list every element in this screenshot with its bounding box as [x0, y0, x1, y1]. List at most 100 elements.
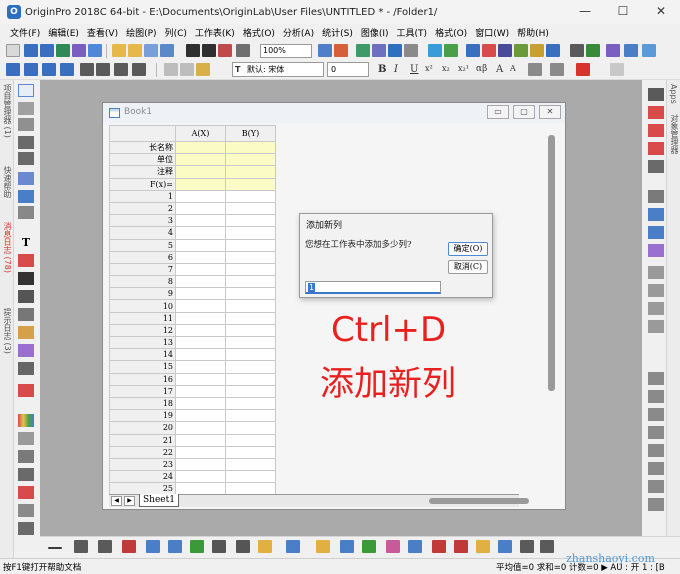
menu-edit[interactable]: 编辑(E) [44, 26, 83, 39]
copy-icon[interactable] [180, 63, 194, 76]
cell[interactable] [175, 238, 226, 252]
multi-panel-icon[interactable] [498, 540, 512, 553]
row-number[interactable]: 19 [109, 409, 176, 423]
row-label-long-name[interactable]: 长名称 [109, 140, 176, 155]
open-template-icon[interactable] [128, 44, 142, 57]
save-template-icon[interactable] [202, 44, 216, 57]
box-plot-icon[interactable] [258, 540, 272, 553]
contour-plot-icon[interactable] [286, 540, 300, 553]
cell[interactable] [225, 238, 276, 252]
menu-format-2[interactable]: 格式(O) [431, 26, 471, 39]
line-tool-icon[interactable] [18, 290, 34, 303]
align-center-icon[interactable] [550, 63, 564, 76]
waterfall-icon[interactable] [540, 540, 554, 553]
cell[interactable] [175, 421, 226, 435]
legend-icon[interactable] [648, 190, 664, 203]
insert-table-icon[interactable] [18, 384, 34, 397]
new-excel-icon[interactable] [40, 44, 54, 57]
fill-color-icon[interactable] [610, 63, 624, 76]
cell[interactable] [175, 311, 226, 325]
row-number[interactable]: 15 [109, 360, 176, 374]
new-function-icon[interactable] [88, 44, 102, 57]
surface-plot-icon[interactable] [316, 540, 330, 553]
row-number[interactable]: 7 [109, 262, 176, 277]
cell[interactable] [225, 165, 276, 179]
cell[interactable] [225, 250, 276, 264]
row-number[interactable]: 9 [109, 287, 176, 301]
cell[interactable] [175, 470, 226, 484]
save-project-icon[interactable] [186, 44, 200, 57]
row-number[interactable]: 21 [109, 433, 176, 447]
italic-button[interactable]: I [394, 64, 398, 75]
tab-messages-log[interactable]: 消息日志 (78) [2, 222, 13, 273]
row-number[interactable]: 13 [109, 335, 176, 350]
arrow-tool-icon[interactable] [18, 272, 34, 285]
row-label-units[interactable]: 单位 [109, 153, 176, 167]
row-label-comments[interactable]: 注释 [109, 165, 176, 179]
row-number[interactable]: 1 [109, 189, 176, 203]
tab-apps[interactable]: Apps [669, 84, 678, 104]
cell[interactable] [175, 140, 226, 155]
cell[interactable] [175, 299, 226, 313]
image-icon[interactable] [530, 44, 544, 57]
open-icon[interactable] [112, 44, 126, 57]
new-matrix-icon[interactable] [72, 44, 86, 57]
new-workbook-icon[interactable] [24, 44, 38, 57]
menu-worksheet[interactable]: 工作表(K) [191, 26, 239, 39]
merge-icon[interactable] [18, 504, 34, 517]
column-count-input[interactable]: 1 [305, 281, 441, 294]
graph-layer-icon[interactable] [648, 266, 664, 279]
cell[interactable] [175, 323, 226, 338]
cell[interactable] [225, 214, 276, 228]
area-plot-icon[interactable] [190, 540, 204, 553]
cell[interactable] [225, 335, 276, 350]
cell[interactable] [225, 275, 276, 289]
pointer-icon[interactable] [18, 84, 34, 97]
menu-help[interactable]: 帮助(H) [513, 26, 553, 39]
horizontal-scrollbar[interactable] [429, 498, 529, 504]
merge-graph-icon[interactable] [648, 302, 664, 315]
cell[interactable] [225, 433, 276, 447]
ternary-plot-icon[interactable] [236, 540, 250, 553]
row-number[interactable]: 2 [109, 201, 176, 216]
cell[interactable] [225, 189, 276, 203]
matrix-icon[interactable] [514, 44, 528, 57]
cell[interactable] [225, 287, 276, 301]
bold-button[interactable]: B [378, 64, 386, 75]
data-reader-icon[interactable] [18, 172, 34, 185]
zoom-icon[interactable] [18, 102, 34, 115]
menu-plot[interactable]: 绘图(P) [122, 26, 160, 39]
row-number[interactable]: 8 [109, 275, 176, 289]
align-left-object-icon[interactable] [648, 408, 664, 421]
notes-icon[interactable] [498, 44, 512, 57]
cell[interactable] [175, 457, 226, 472]
menu-view[interactable]: 查看(V) [83, 26, 122, 39]
superscript-button[interactable]: x² [425, 64, 433, 73]
menu-statistics[interactable]: 统计(S) [318, 26, 357, 39]
cancel-button[interactable]: 取消(C) [448, 260, 488, 274]
tab-quick-help[interactable]: 快速帮助 [2, 166, 13, 198]
command-window-icon[interactable] [388, 44, 402, 57]
row-number[interactable]: 10 [109, 299, 176, 313]
ungroup-icon[interactable] [648, 498, 664, 511]
maximize-button[interactable]: ☐ [604, 0, 642, 24]
3d-bar-icon[interactable] [340, 540, 354, 553]
cell[interactable] [175, 287, 226, 301]
app-gallery-icon[interactable] [642, 44, 656, 57]
results-log-icon[interactable] [372, 44, 386, 57]
cell[interactable] [175, 445, 226, 459]
new-graph-icon[interactable] [56, 44, 70, 57]
row-number[interactable]: 5 [109, 238, 176, 252]
line-symbol-plot-icon[interactable] [98, 540, 112, 553]
print-icon[interactable] [236, 44, 250, 57]
set-column-values-icon[interactable] [24, 63, 38, 76]
cell[interactable] [175, 275, 226, 289]
row-number[interactable]: 3 [109, 214, 176, 228]
link-icon[interactable] [18, 468, 34, 481]
cell[interactable] [225, 262, 276, 277]
tab-smart-hint-log[interactable]: 提示日志 (3) [2, 308, 13, 354]
row-number[interactable]: 22 [109, 445, 176, 459]
insert-image-icon[interactable] [18, 450, 34, 463]
axis-icon[interactable] [648, 160, 664, 173]
cell[interactable] [175, 262, 226, 277]
